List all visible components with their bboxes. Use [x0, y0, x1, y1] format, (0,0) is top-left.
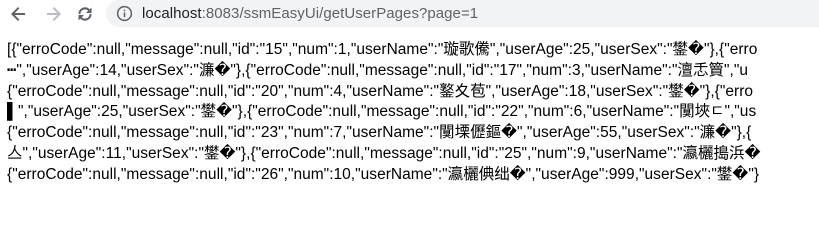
reload-button[interactable]: [73, 2, 97, 26]
info-icon[interactable]: [116, 5, 133, 22]
url-path: :8083/ssmEasyUi/getUserPages?page=1: [201, 5, 479, 22]
arrow-right-icon: [47, 7, 61, 21]
json-line: {"erroCode":null,"message":null,"id":"26…: [7, 165, 760, 183]
address-bar[interactable]: localhost:8083/ssmEasyUi/getUserPages?pa…: [106, 0, 819, 27]
json-line: {"erroCode":null,"message":null,"id":"23…: [7, 124, 752, 142]
url-text[interactable]: localhost:8083/ssmEasyUi/getUserPages?pa…: [142, 4, 478, 23]
url-host: localhost: [142, 5, 202, 22]
json-line: 亼","userAge":11,"userSex":"鐢�"},{"erroCo…: [7, 144, 761, 162]
json-line: [{"erroCode":null,"message":null,"id":"1…: [7, 41, 758, 58]
reload-icon: [78, 7, 92, 21]
json-response: [{"erroCode":null,"message":null,"id":"1…: [7, 40, 819, 186]
json-line: {"erroCode":null,"message":null,"id":"20…: [7, 82, 754, 100]
browser-toolbar: localhost:8083/ssmEasyUi/getUserPages?pa…: [0, 0, 819, 28]
back-button[interactable]: [7, 2, 31, 26]
json-line: ┅","userAge":14,"userSex":"濂�"},{"erroCo…: [7, 61, 749, 79]
page-content: [{"erroCode":null,"message":null,"id":"1…: [0, 28, 819, 227]
forward-button[interactable]: [41, 2, 65, 26]
json-line: ▌","userAge":25,"userSex":"鐢�"},{"erroCo…: [7, 103, 757, 121]
arrow-left-icon: [11, 7, 25, 21]
